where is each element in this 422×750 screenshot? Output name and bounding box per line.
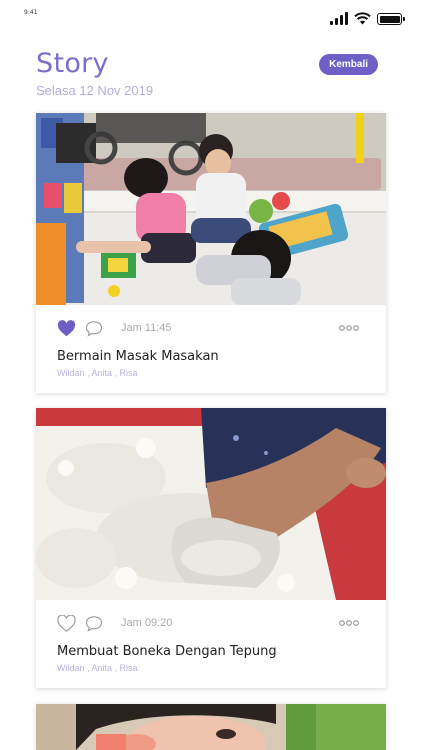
comment-icon[interactable] <box>85 320 103 337</box>
signal-icon <box>330 12 348 25</box>
more-options-icon[interactable] <box>339 324 359 332</box>
story-card[interactable] <box>36 704 386 750</box>
status-time: 9:41 <box>24 9 38 16</box>
story-people: Wildan , Anita , Risa <box>57 663 138 673</box>
story-title: Bermain Masak Masakan <box>57 349 219 364</box>
heart-outline-icon[interactable] <box>57 614 76 632</box>
story-photo[interactable] <box>36 408 386 600</box>
header: Story Selasa 12 Nov 2019 Kembali <box>36 48 378 104</box>
story-card[interactable]: Jam 09:20 Membuat Boneka Dengan Tepung W… <box>36 408 386 688</box>
story-card[interactable]: Jam 11:45 Bermain Masak Masakan Wildan ,… <box>36 113 386 393</box>
story-actions: Jam 09:20 <box>57 614 359 632</box>
status-icons <box>330 12 405 25</box>
more-options-icon[interactable] <box>339 619 359 627</box>
status-bar: 9:41 <box>0 0 422 40</box>
story-time: Jam 11:45 <box>121 322 172 334</box>
comment-icon[interactable] <box>85 615 103 632</box>
back-button[interactable]: Kembali <box>319 54 378 75</box>
story-people: Wildan , Anita , Risa <box>57 368 138 378</box>
story-card-body: Jam 11:45 Bermain Masak Masakan Wildan ,… <box>36 305 386 393</box>
page-date: Selasa 12 Nov 2019 <box>36 83 154 98</box>
story-card-body: Jam 09:20 Membuat Boneka Dengan Tepung W… <box>36 600 386 688</box>
heart-filled-icon[interactable] <box>57 319 76 337</box>
wifi-icon <box>354 12 371 25</box>
story-title: Membuat Boneka Dengan Tepung <box>57 644 277 659</box>
story-photo[interactable] <box>36 704 386 750</box>
battery-icon <box>377 13 405 25</box>
story-actions: Jam 11:45 <box>57 319 359 337</box>
story-photo[interactable] <box>36 113 386 305</box>
story-time: Jam 09:20 <box>121 617 173 629</box>
